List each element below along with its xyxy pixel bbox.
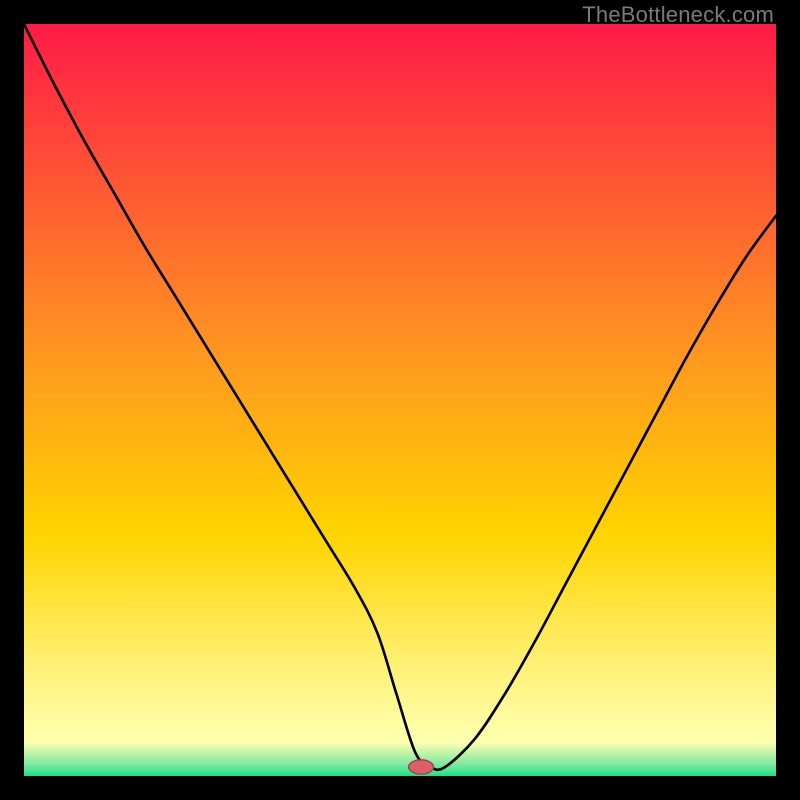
chart-frame [24, 24, 776, 776]
minimum-marker [409, 760, 434, 774]
bottleneck-chart [24, 24, 776, 776]
